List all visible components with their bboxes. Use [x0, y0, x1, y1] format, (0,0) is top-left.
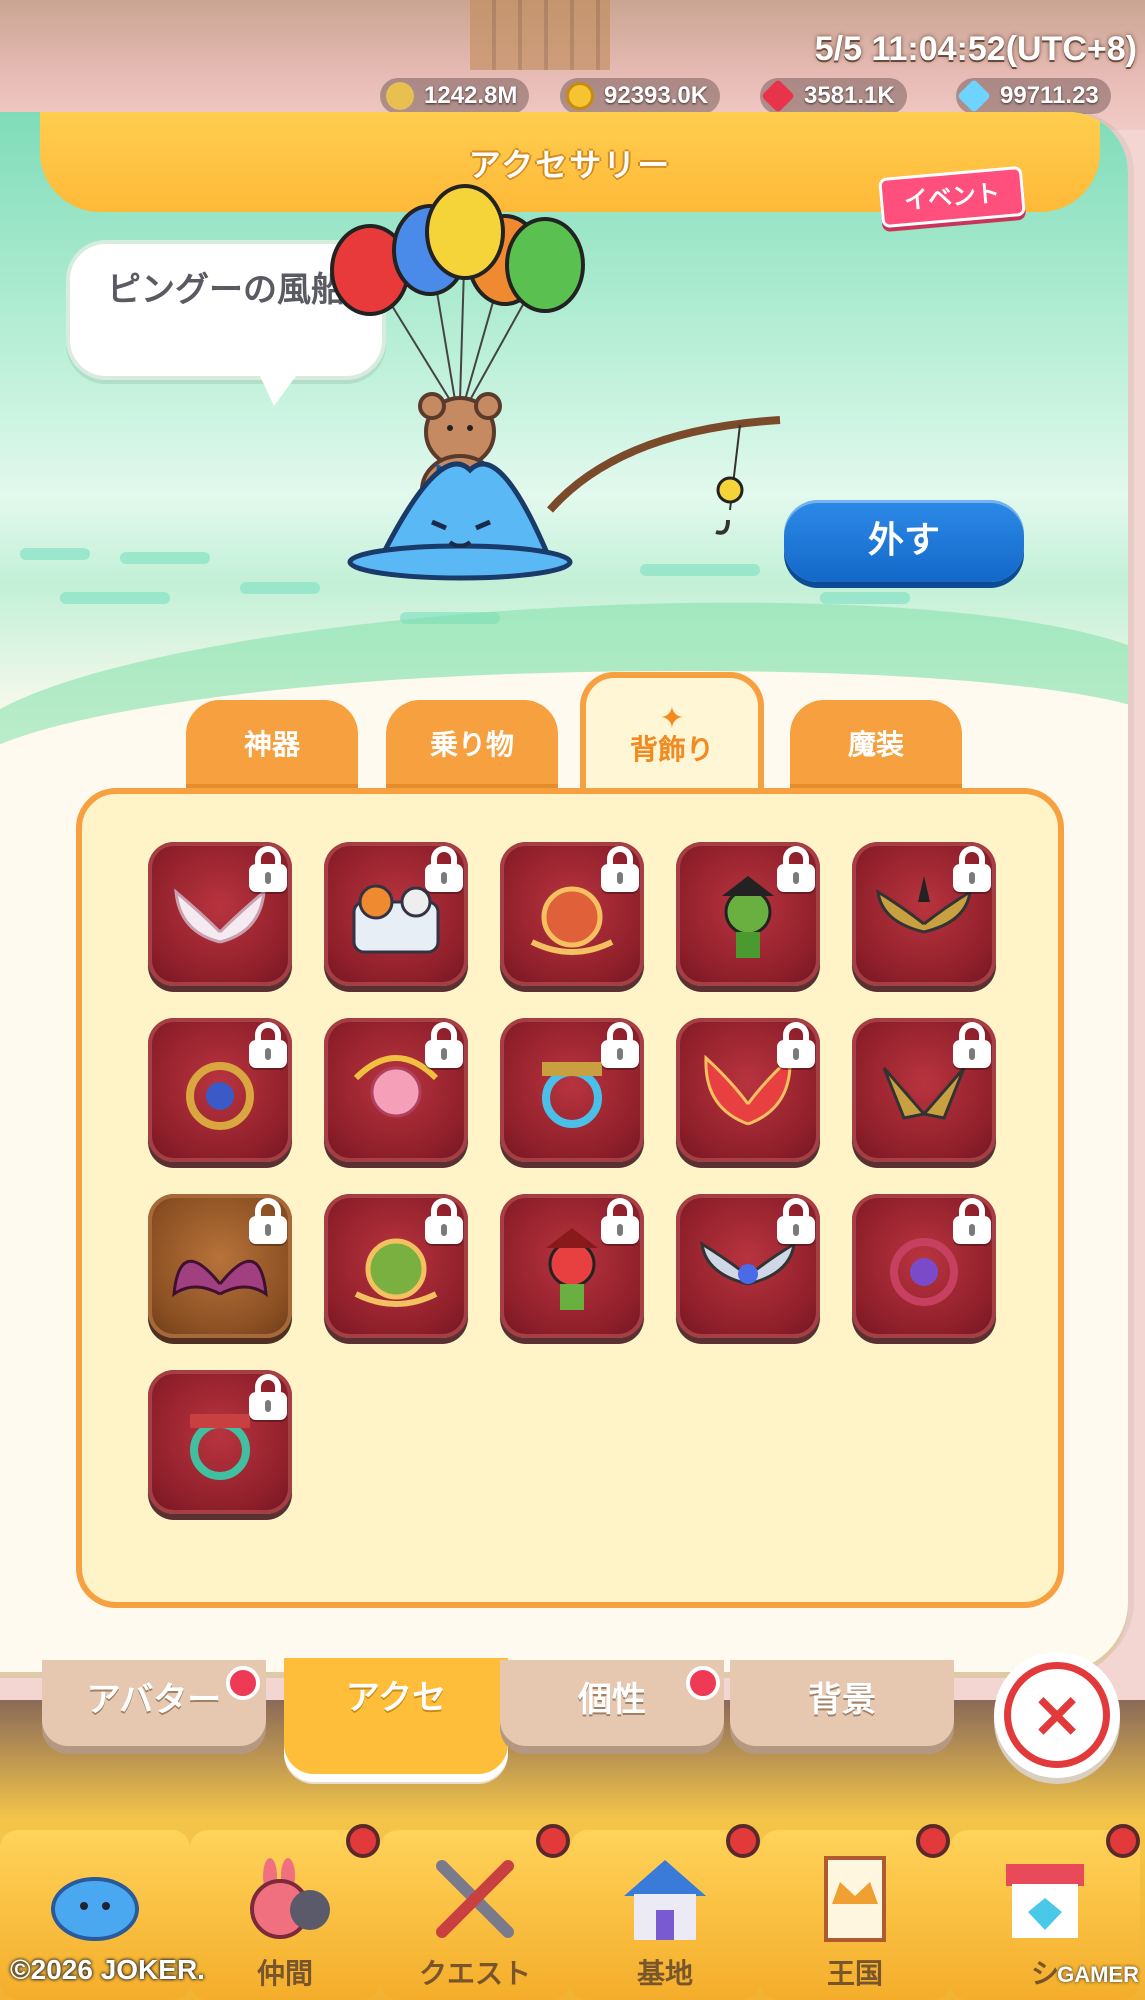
crossed-swords-icon — [436, 1860, 514, 1938]
accessory-item-cupid-cherub[interactable] — [324, 1018, 468, 1162]
tab-back-accessory-label: 背飾り — [629, 733, 714, 766]
water-dash — [240, 582, 320, 594]
lock-icon — [246, 1020, 290, 1070]
notification-dot — [346, 1824, 380, 1858]
nav-base-label: 基地 — [636, 1957, 693, 1990]
accessory-item-gold-flame-crest[interactable] — [324, 1194, 468, 1338]
tab-avatar-label: アバター — [86, 1680, 222, 1720]
background-blocks — [470, 0, 610, 70]
water-dash — [820, 592, 910, 604]
accessory-item-gold-clockwork-halo[interactable] — [148, 1018, 292, 1162]
accessory-item-pirate-captain-ghost[interactable] — [676, 842, 820, 986]
lock-icon — [774, 844, 818, 894]
tab-magic-gear[interactable]: 魔装 — [790, 700, 962, 790]
tab-mount[interactable]: 乗り物 — [386, 700, 558, 790]
nav-quest[interactable]: クエスト — [380, 1824, 570, 2000]
nav-base[interactable]: 基地 — [570, 1824, 760, 2000]
nav-kingdom-label: 王国 — [826, 1957, 883, 1990]
notification-dot — [1106, 1824, 1140, 1858]
friends-icon — [250, 1858, 330, 1939]
accessory-panel: アクセサリー イベント ピングーの風船 外す 神器 乗り物 ✦ 背飾り 魔装 — [0, 112, 1128, 1672]
fishing-rod-icon — [546, 416, 781, 535]
notification-dot — [536, 1824, 570, 1858]
water-dash — [120, 552, 210, 564]
lock-icon — [950, 1196, 994, 1246]
sword-power-icon — [386, 82, 414, 110]
copyright: ©2026 JOKER. — [10, 1954, 205, 1985]
close-icon: × — [1030, 1678, 1084, 1752]
nav-friends-label: 仲間 — [256, 1957, 313, 1990]
currency-power-value: 1242.8M — [424, 82, 518, 109]
nav-kingdom[interactable]: 王国 — [760, 1824, 950, 2000]
accessory-item-red-clockwork-halo[interactable] — [852, 1194, 996, 1338]
accessory-item-bat-wings[interactable] — [148, 1194, 292, 1338]
nav-quest-label: クエスト — [418, 1957, 531, 1990]
slime-character-icon — [347, 461, 573, 581]
lock-icon — [950, 844, 994, 894]
tab-accessory[interactable]: アクセ — [284, 1658, 508, 1774]
watermark-logo: GAMER — [1057, 1962, 1139, 1987]
wing-icon: ✦ — [659, 701, 685, 736]
close-button[interactable]: × — [994, 1652, 1120, 1778]
accessory-item-silver-blue-wings[interactable] — [676, 1194, 820, 1338]
currency-red-gem-value: 3581.1K — [804, 82, 895, 109]
house-icon — [624, 1860, 706, 1940]
lock-icon — [246, 1372, 290, 1422]
item-grid — [76, 788, 1064, 1608]
tab-background[interactable]: 背景 — [730, 1660, 954, 1746]
notification-dot — [726, 1824, 760, 1858]
lock-icon — [598, 844, 642, 894]
currency-diamond-value: 99711.23 — [1000, 82, 1099, 109]
crown-banner-icon — [824, 1856, 886, 1942]
accessory-item-cats-wagon[interactable] — [324, 842, 468, 986]
lock-icon — [774, 1196, 818, 1246]
notification-dot — [916, 1824, 950, 1858]
accessory-item-red-phoenix-wings[interactable] — [676, 1018, 820, 1162]
accessory-item-green-mech-ring[interactable] — [148, 1370, 292, 1514]
tab-personality-label: 個性 — [578, 1680, 646, 1720]
accessory-item-dark-gold-wings[interactable] — [852, 842, 996, 986]
shop-icon — [1006, 1864, 1084, 1938]
notification-dot — [686, 1666, 720, 1700]
lock-icon — [422, 1020, 466, 1070]
accessory-item-red-pirate-ghost[interactable] — [500, 1194, 644, 1338]
gold-coin-icon — [566, 82, 594, 110]
currency-power: 1242.8M — [380, 78, 530, 114]
lock-icon — [246, 1196, 290, 1246]
currency-gold: 92393.0K — [560, 78, 721, 114]
lock-icon — [774, 1020, 818, 1070]
server-clock: 5/5 11:04:52(UTC+8) — [814, 30, 1137, 68]
currency-red-gem: 3581.1K — [760, 78, 907, 114]
slime-icon — [51, 1877, 139, 1941]
character-preview — [330, 184, 781, 581]
notification-dot — [226, 1666, 260, 1700]
lock-icon — [950, 1020, 994, 1070]
diamond-icon — [957, 79, 991, 113]
accessory-item-gold-dragon-wings[interactable] — [852, 1018, 996, 1162]
lock-icon — [598, 1196, 642, 1246]
tab-artifact[interactable]: 神器 — [186, 700, 358, 790]
tab-background-label: 背景 — [808, 1680, 876, 1720]
water-dash — [20, 548, 90, 560]
water-dash — [60, 592, 170, 604]
balloon-bunch-icon — [330, 184, 585, 401]
lock-icon — [422, 1196, 466, 1246]
red-gem-icon — [761, 79, 795, 113]
accessory-item-red-flame-crest[interactable] — [500, 842, 644, 986]
currency-diamond: 99711.23 — [956, 78, 1111, 114]
lock-icon — [246, 844, 290, 894]
lock-icon — [598, 1020, 642, 1070]
tab-accessory-label: アクセ — [345, 1678, 447, 1718]
unequip-button[interactable]: 外す — [784, 500, 1024, 582]
lock-icon — [422, 844, 466, 894]
nav-friends[interactable]: 仲間 — [190, 1824, 380, 2000]
accessory-item-blue-mech-ring[interactable] — [500, 1018, 644, 1162]
accessory-item-white-angel-wings[interactable] — [148, 842, 292, 986]
tab-back-accessory[interactable]: ✦ 背飾り — [580, 672, 764, 792]
currency-gold-value: 92393.0K — [604, 82, 709, 109]
